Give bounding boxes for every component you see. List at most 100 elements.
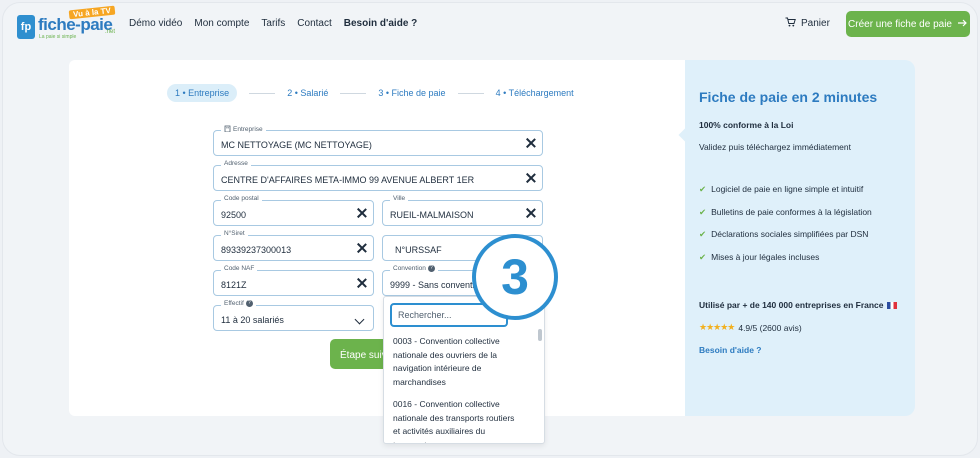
check-icon: ✔ [699,251,707,262]
option-line: navigation intérieure de [393,363,482,373]
option-line: 0003 - Convention collective [393,336,500,346]
clear-code-naf-icon[interactable] [357,278,367,288]
logo-mark: fp [17,15,35,39]
list-item: ✔ Bulletins de paie conformes à la législ… [699,207,872,230]
feature-text: Mises à jour légales incluses [711,251,820,262]
cart-label: Panier [801,18,830,29]
nav-link-contact[interactable]: Contact [297,18,331,29]
side-description: Validez puis téléchargez immédiatement [699,142,851,152]
create-payslip-button[interactable]: Créer une fiche de paie [846,11,970,37]
list-item: ✔ Déclarations sociales simplifiées par D… [699,229,872,252]
convention-label: Convention ? [390,265,438,272]
clear-siret-icon[interactable] [357,243,367,253]
logo-tagline: La paie si simple [39,34,77,40]
users-count: Utilisé par + de 140 000 entreprises en … [699,300,897,310]
code-naf-value: 8121Z [221,280,247,290]
top-navbar: fp fiche-paie Vu à la TV .net La paie si… [3,3,977,45]
step-number-badge: 3 [472,234,558,320]
check-icon: ✔ [699,184,707,194]
list-item: ✔ Logiciel de paie en ligne simple et int… [699,184,872,207]
step-divider [457,92,484,94]
info-icon[interactable]: ? [427,265,435,272]
step-divider [249,92,276,94]
convention-label-text: Convention [393,265,426,272]
code-postal-label: Code postal [221,195,262,202]
check-icon: ✔ [699,206,707,217]
stepper: 1 • Entreprise 2 • Salarié 3 • Fiche de … [167,84,574,102]
adresse-value: CENTRE D'AFFAIRES META-IMMO 99 AVENUE AL… [221,175,475,185]
adresse-field[interactable]: Adresse CENTRE D'AFFAIRES META-IMMO 99 A… [213,160,543,191]
step-divider [340,92,367,94]
code-naf-label: Code NAF [221,265,258,272]
next-step-button[interactable]: Étape suivante [330,339,388,369]
entreprise-field[interactable]: Entreprise MC NETTOYAGE (MC NETTOYAGE) [213,125,543,156]
option-line: nationale des ouvriers de la [393,349,497,360]
entreprise-value: MC NETTOYAGE (MC NETTOYAGE) [221,140,372,150]
ville-value: RUEIL-MALMAISON [390,210,474,220]
feature-text: Bulletins de paie conformes à la législa… [711,206,872,217]
arrow-right-icon [957,19,968,30]
code-naf-field[interactable]: Code NAF 8121Z [213,265,374,296]
entreprise-label-text: Entreprise [233,126,263,133]
option-line: transport [393,439,533,444]
siret-field[interactable]: N°Siret 89339237300013 [213,230,374,261]
create-payslip-label: Créer une fiche de paie [848,18,952,30]
convention-option[interactable]: 0003 - Convention collective nationale d… [393,335,533,389]
rating-text: 4.9/5 (2600 avis) [738,322,802,333]
option-line: nationale des transports routiers [393,412,515,423]
nav-link-demo[interactable]: Démo vidéo [129,18,182,29]
side-panel: Fiche de paie en 2 minutes 100% conforme… [685,60,915,416]
clear-code-postal-icon[interactable] [357,208,367,218]
urssaf-placeholder: N°URSSAF [395,245,442,255]
cart-link[interactable]: Panier [785,17,830,30]
ville-label: Ville [390,195,409,202]
list-item: ✔ Mises à jour légales incluses [699,252,872,275]
france-flag-icon [886,302,897,310]
siret-value: 89339237300013 [221,245,292,255]
step-entreprise[interactable]: 1 • Entreprise [167,84,238,102]
logo-suffix: .net [105,29,116,35]
convention-value: 9999 - Sans convention [390,280,485,290]
effectif-label-text: Effectif [224,300,244,307]
step-fiche[interactable]: 3 • Fiche de paie [378,88,445,98]
check-icon: ✔ [699,229,707,239]
step-telechargement[interactable]: 4 • Téléchargement [496,88,574,98]
siret-label: N°Siret [221,230,248,237]
code-postal-value: 92500 [221,210,247,220]
convention-option[interactable]: 0016 - Convention collective nationale d… [393,398,533,444]
feature-text: Logiciel de paie en ligne simple et intu… [711,184,864,194]
code-postal-field[interactable]: Code postal 92500 [213,195,374,226]
effectif-label: Effectif ? [221,300,256,307]
option-line: 0016 - Convention collective [393,399,500,409]
help-link[interactable]: Besoin d'aide ? [699,345,761,355]
chevron-down-icon [354,314,365,325]
nav-links: Démo vidéo Mon compte Tarifs Contact Bes… [129,18,429,29]
building-icon [224,125,231,134]
form-card: 1 • Entreprise 2 • Salarié 3 • Fiche de … [69,60,685,444]
side-compliance: 100% conforme à la Loi [699,120,794,130]
info-icon[interactable]: ? [245,300,253,307]
nav-link-help[interactable]: Besoin d'aide ? [344,18,418,29]
nav-link-pricing[interactable]: Tarifs [261,18,285,29]
rating: ★★★★★ 4.9/5 (2600 avis) [699,322,802,333]
effectif-value: 11 à 20 salariés [221,315,284,325]
site-logo[interactable]: fp fiche-paie Vu à la TV .net La paie si… [17,5,127,43]
adresse-label: Adresse [221,160,251,167]
option-line: et activités auxiliaires du [393,426,486,436]
feature-text: Déclarations sociales simplifiées par DS… [711,229,869,239]
cart-icon [785,17,796,30]
feature-list: ✔ Logiciel de paie en ligne simple et int… [699,184,872,274]
dropdown-scrollbar[interactable] [538,329,542,341]
option-line: marchandises [393,376,446,387]
page-frame: fp fiche-paie Vu à la TV .net La paie si… [2,2,978,456]
entreprise-label: Entreprise [221,125,266,134]
clear-adresse-icon[interactable] [526,173,536,183]
side-title: Fiche de paie en 2 minutes [699,89,878,105]
ville-field[interactable]: Ville RUEIL-MALMAISON [382,195,543,226]
nav-link-account[interactable]: Mon compte [194,18,249,29]
effectif-select[interactable]: Effectif ? 11 à 20 salariés [213,300,374,331]
clear-entreprise-icon[interactable] [526,138,536,148]
clear-ville-icon[interactable] [526,208,536,218]
users-text: Utilisé par + de 140 000 entreprises en … [699,300,884,310]
step-salarie[interactable]: 2 • Salarié [287,88,328,98]
